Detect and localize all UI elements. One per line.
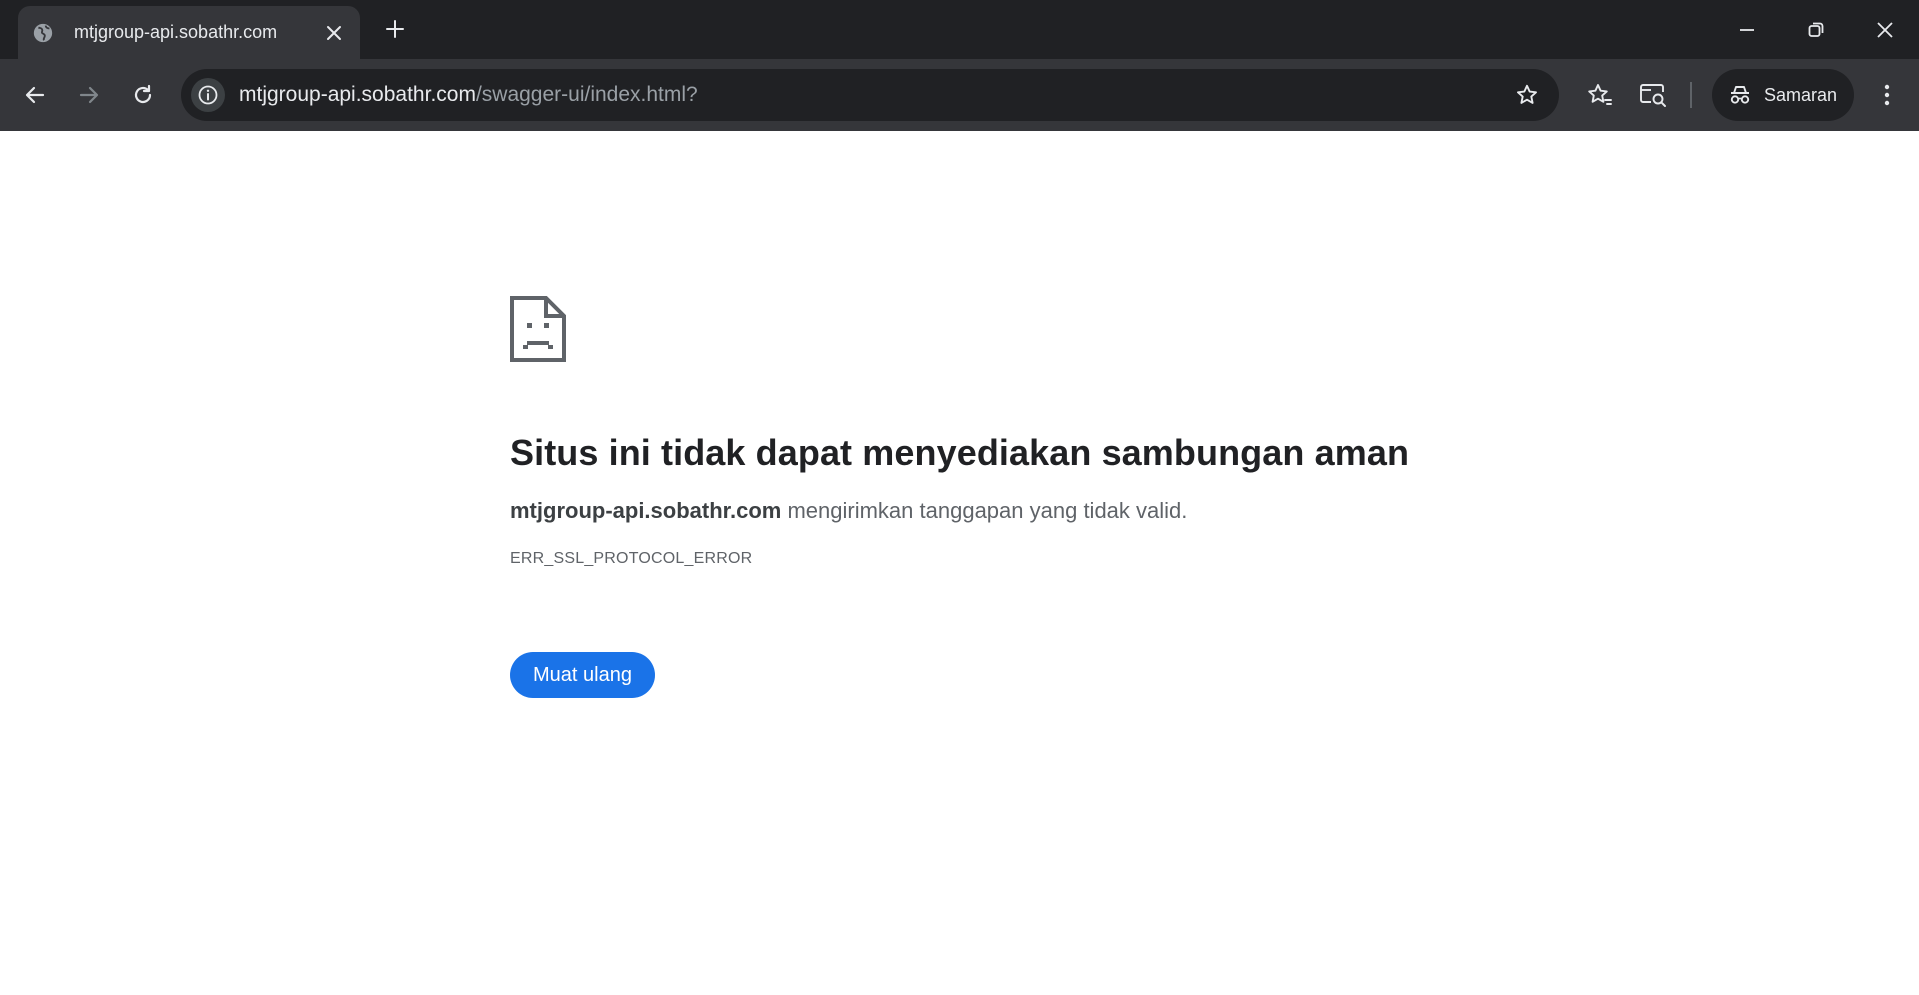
plus-icon	[386, 20, 404, 38]
url-text[interactable]: mtjgroup-api.sobathr.com/swagger-ui/inde…	[239, 83, 1507, 107]
tab-strip: mtjgroup-api.sobathr.com	[0, 0, 1919, 59]
reload-toolbar-button[interactable]	[122, 74, 164, 116]
reload-icon	[134, 84, 152, 104]
search-tabs-button[interactable]	[1632, 74, 1674, 116]
reload-button[interactable]: Muat ulang	[510, 652, 655, 698]
tab-search-icon	[1640, 84, 1666, 107]
back-button[interactable]	[14, 74, 56, 116]
address-bar[interactable]: mtjgroup-api.sobathr.com/swagger-ui/inde…	[181, 69, 1559, 121]
restore-button[interactable]	[1796, 10, 1836, 50]
toolbar: mtjgroup-api.sobathr.com/swagger-ui/inde…	[0, 59, 1919, 131]
error-page: Situs ini tidak dapat menyediakan sambun…	[510, 296, 1470, 698]
site-info-button[interactable]	[191, 78, 225, 112]
error-message: mengirimkan tanggapan yang tidak valid.	[781, 498, 1188, 523]
arrow-right-icon	[79, 86, 99, 104]
restore-icon	[1808, 22, 1824, 37]
close-window-button[interactable]	[1865, 10, 1905, 50]
globe-icon	[33, 23, 53, 42]
error-description: mtjgroup-api.sobathr.com mengirimkan tan…	[510, 498, 1470, 524]
new-tab-button[interactable]	[380, 14, 410, 44]
more-vertical-icon	[1884, 84, 1890, 106]
star-list-icon	[1588, 84, 1612, 105]
bookmarks-button[interactable]	[1578, 74, 1620, 116]
star-icon	[1517, 84, 1537, 104]
url-host: mtjgroup-api.sobathr.com	[239, 83, 476, 106]
sad-document-icon	[510, 296, 566, 362]
url-path: /swagger-ui/index.html?	[475, 83, 698, 106]
tab-title: mtjgroup-api.sobathr.com	[74, 22, 278, 42]
active-tab[interactable]: mtjgroup-api.sobathr.com	[18, 6, 360, 59]
browser-menu-button[interactable]	[1866, 74, 1908, 116]
incognito-label: Samaran	[1764, 84, 1838, 105]
incognito-profile-button[interactable]: Samaran	[1712, 69, 1854, 121]
error-code: ERR_SSL_PROTOCOL_ERROR	[510, 550, 753, 567]
close-icon	[1877, 22, 1893, 38]
bookmark-star-button[interactable]	[1507, 75, 1547, 115]
forward-button[interactable]	[68, 74, 110, 116]
tab-close-button[interactable]	[320, 19, 348, 47]
close-icon	[327, 25, 341, 40]
incognito-icon	[1730, 86, 1750, 104]
info-icon	[198, 85, 218, 105]
arrow-left-icon	[25, 86, 45, 104]
minimize-button[interactable]	[1727, 10, 1767, 50]
error-host: mtjgroup-api.sobathr.com	[510, 498, 782, 523]
minimize-icon	[1740, 29, 1754, 31]
error-title: Situs ini tidak dapat menyediakan sambun…	[510, 432, 1410, 473]
toolbar-divider	[1690, 82, 1692, 108]
